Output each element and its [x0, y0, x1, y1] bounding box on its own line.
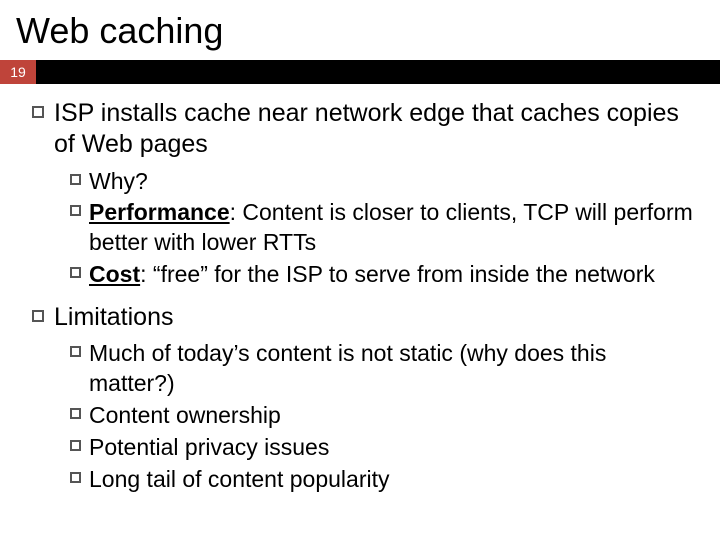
square-bullet-icon — [70, 440, 81, 451]
list-item: Cost: “free” for the ISP to serve from i… — [70, 260, 698, 290]
header-bar-fill — [36, 60, 720, 84]
sub-list: Much of today’s content is not static (w… — [32, 339, 698, 494]
square-bullet-icon — [70, 408, 81, 419]
list-item-text: Potential privacy issues — [89, 433, 329, 463]
list-item: Long tail of content popularity — [70, 465, 698, 495]
square-bullet-icon — [70, 267, 81, 278]
list-item-text: Long tail of content popularity — [89, 465, 389, 495]
sub-list: Why? Performance: Content is closer to c… — [32, 167, 698, 291]
list-item-text: Content ownership — [89, 401, 281, 431]
header-bar: 19 — [0, 60, 720, 84]
square-bullet-icon — [70, 205, 81, 216]
list-item: Performance: Content is closer to client… — [70, 198, 698, 258]
list-item-text: Why? — [89, 167, 148, 197]
slide-body: ISP installs cache near network edge tha… — [0, 84, 720, 495]
list-item-text: Limitations — [54, 302, 174, 333]
list-item: Much of today’s content is not static (w… — [70, 339, 698, 399]
square-bullet-icon — [70, 346, 81, 357]
square-bullet-icon — [32, 310, 44, 322]
page-number-badge: 19 — [0, 60, 36, 84]
list-item-text: Cost: “free” for the ISP to serve from i… — [89, 260, 655, 290]
list-item: ISP installs cache near network edge tha… — [32, 98, 698, 161]
list-item: Limitations — [32, 302, 698, 333]
list-item-text: Much of today’s content is not static (w… — [89, 339, 698, 399]
list-item: Potential privacy issues — [70, 433, 698, 463]
list-item-text: Performance: Content is closer to client… — [89, 198, 698, 258]
square-bullet-icon — [70, 472, 81, 483]
square-bullet-icon — [70, 174, 81, 185]
list-item-text: ISP installs cache near network edge tha… — [54, 98, 698, 161]
square-bullet-icon — [32, 106, 44, 118]
list-item: Content ownership — [70, 401, 698, 431]
list-item: Why? — [70, 167, 698, 197]
slide-title: Web caching — [0, 0, 720, 60]
